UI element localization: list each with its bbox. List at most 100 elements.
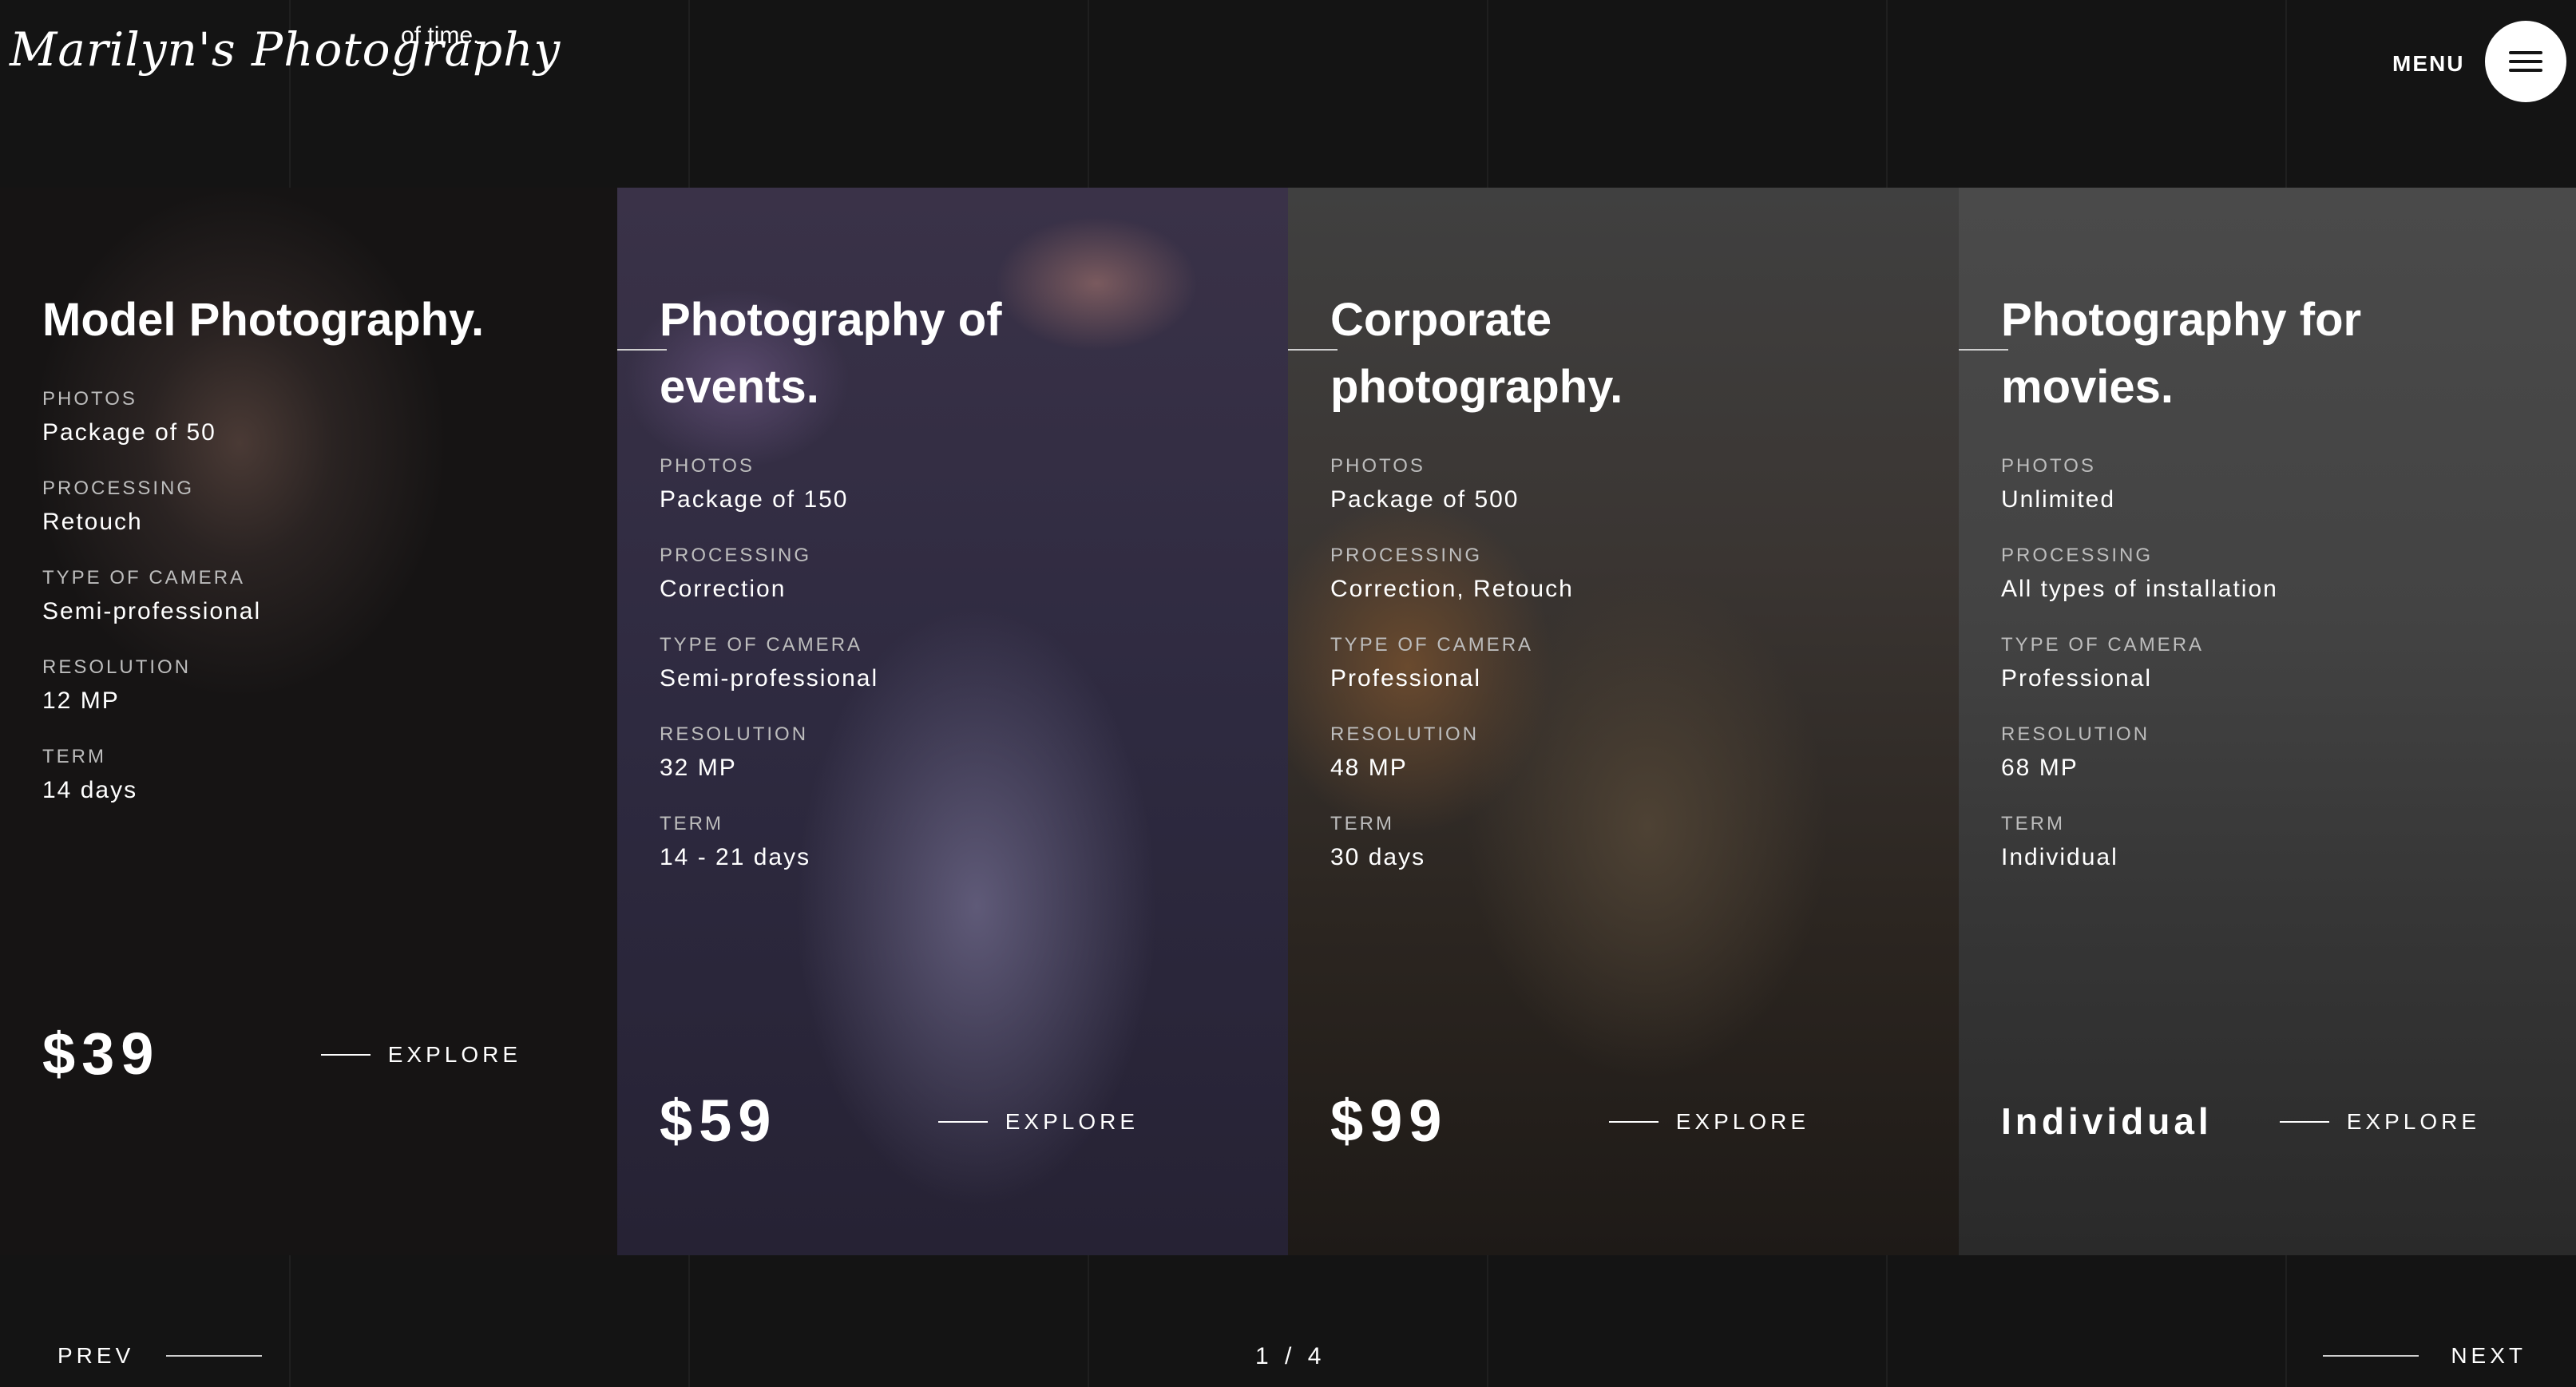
spec-label: PHOTOS (1330, 455, 1425, 477)
card-title: Model Photography. (42, 294, 485, 346)
spec-value: Correction (660, 576, 787, 602)
spec-label: PROCESSING (660, 545, 812, 566)
spec-value: Professional (2001, 665, 2153, 692)
spec-resolution: RESOLUTION 12 MP (42, 654, 601, 721)
menu-button[interactable] (2485, 21, 2566, 102)
spec-value: Package of 50 (42, 419, 216, 446)
price: $99 (1330, 1088, 1449, 1154)
spec-camera: TYPE OF CAMERA Professional (2001, 632, 2560, 699)
spec-label: TYPE OF CAMERA (1330, 634, 1534, 656)
spec-label: RESOLUTION (2001, 723, 2150, 745)
slider-pagination: PREV 1 / 4 NEXT (0, 1255, 2576, 1387)
spec-processing: PROCESSING All types of installation (2001, 542, 2560, 609)
spec-label: RESOLUTION (42, 656, 192, 678)
spec-resolution: RESOLUTION 48 MP (1330, 721, 1889, 788)
explore-line-icon (937, 1121, 988, 1123)
card-content: Photography of events. PHOTOS Package of… (660, 287, 1219, 900)
spec-value: 48 MP (1330, 755, 1408, 781)
page-indicator: 1 / 4 (1255, 1343, 1326, 1369)
spec-label: TERM (2001, 813, 2065, 834)
site-logo[interactable]: Marilyn's Photography of time. (10, 22, 560, 102)
spec-label: RESOLUTION (1330, 723, 1480, 745)
spec-camera: TYPE OF CAMERA Semi-professional (660, 632, 1219, 699)
explore-label: EXPLORE (1675, 1109, 1809, 1134)
spec-label: RESOLUTION (660, 723, 809, 745)
spec-value: 30 days (1330, 844, 1426, 870)
card-footer: Individual EXPLORE (2001, 1085, 2480, 1157)
spec-value: Package of 150 (660, 486, 849, 513)
pricing-card-movies: Photography for movies. PHOTOS Unlimited… (1959, 188, 2576, 1255)
spec-value: 32 MP (660, 755, 737, 781)
pricing-cards: Model Photography. PHOTOS Package of 50 … (0, 188, 2576, 1255)
spec-value: Retouch (42, 509, 143, 535)
explore-label: EXPLORE (1005, 1109, 1139, 1134)
logo-tagline: of time. (401, 22, 480, 49)
spec-value: All types of installation (2001, 576, 2278, 602)
spec-label: PROCESSING (42, 478, 195, 499)
spec-photos: PHOTOS Package of 150 (660, 453, 1219, 520)
explore-label: EXPLORE (387, 1042, 521, 1067)
spec-value: Package of 500 (1330, 486, 1520, 513)
price: Individual (2001, 1100, 2213, 1142)
spec-label: PHOTOS (660, 455, 755, 477)
spec-term: TERM Individual (2001, 810, 2560, 878)
spec-camera: TYPE OF CAMERA Semi-professional (42, 565, 601, 632)
next-label: NEXT (2451, 1343, 2526, 1368)
explore-line-icon (1608, 1121, 1659, 1123)
spec-value: Semi-professional (660, 665, 879, 692)
spec-value: Unlimited (2001, 486, 2116, 513)
spec-label: PROCESSING (1330, 545, 1483, 566)
explore-line-icon (320, 1054, 371, 1056)
spec-processing: PROCESSING Correction (660, 542, 1219, 609)
prev-button[interactable]: PREV (57, 1343, 263, 1369)
prev-line-icon (166, 1355, 263, 1357)
card-title: Photography of events. (660, 294, 1002, 413)
spec-label: PROCESSING (2001, 545, 2154, 566)
explore-link[interactable]: EXPLORE (2279, 1108, 2480, 1136)
pricing-card-corporate: Corporate photography. PHOTOS Package of… (1288, 188, 1959, 1255)
spec-term: TERM 30 days (1330, 810, 1889, 878)
card-footer: $59 EXPLORE (660, 1085, 1139, 1157)
explore-link[interactable]: EXPLORE (937, 1108, 1139, 1136)
spec-label: TYPE OF CAMERA (2001, 634, 2205, 656)
site-header: Marilyn's Photography of time. MENU (0, 0, 2576, 188)
spec-label: TYPE OF CAMERA (42, 567, 246, 588)
explore-line-icon (2279, 1121, 2329, 1123)
card-content: Corporate photography. PHOTOS Package of… (1330, 287, 1889, 900)
spec-label: PHOTOS (42, 388, 137, 410)
card-footer: $99 EXPLORE (1330, 1085, 1809, 1157)
spec-term: TERM 14 days (42, 743, 601, 810)
next-button[interactable]: NEXT (2323, 1343, 2526, 1369)
spec-term: TERM 14 - 21 days (660, 810, 1219, 878)
spec-value: 12 MP (42, 688, 120, 714)
spec-value: 14 - 21 days (660, 844, 811, 870)
prev-label: PREV (57, 1343, 135, 1368)
spec-value: Correction, Retouch (1330, 576, 1574, 602)
spec-value: Semi-professional (42, 598, 262, 624)
explore-link[interactable]: EXPLORE (320, 1040, 521, 1069)
spec-value: 14 days (42, 777, 138, 803)
spec-photos: PHOTOS Package of 500 (1330, 453, 1889, 520)
price: $39 (42, 1020, 161, 1087)
spec-label: TERM (660, 813, 723, 834)
pricing-card-model: Model Photography. PHOTOS Package of 50 … (0, 188, 617, 1255)
spec-processing: PROCESSING Retouch (42, 475, 601, 542)
card-title: Photography for movies. (2001, 294, 2362, 413)
spec-label: TERM (42, 746, 106, 767)
spec-value: 68 MP (2001, 755, 2079, 781)
card-content: Photography for movies. PHOTOS Unlimited… (2001, 287, 2560, 900)
explore-link[interactable]: EXPLORE (1608, 1108, 1809, 1136)
spec-photos: PHOTOS Unlimited (2001, 453, 2560, 520)
spec-resolution: RESOLUTION 32 MP (660, 721, 1219, 788)
spec-photos: PHOTOS Package of 50 (42, 386, 601, 453)
spec-camera: TYPE OF CAMERA Professional (1330, 632, 1889, 699)
explore-label: EXPLORE (2346, 1109, 2480, 1134)
spec-label: PHOTOS (2001, 455, 2096, 477)
next-line-icon (2323, 1355, 2419, 1357)
spec-label: TYPE OF CAMERA (660, 634, 863, 656)
spec-processing: PROCESSING Correction, Retouch (1330, 542, 1889, 609)
card-footer: $39 EXPLORE (42, 1018, 521, 1090)
menu-label[interactable]: MENU (2392, 51, 2464, 77)
spec-value: Individual (2001, 844, 2118, 870)
price: $59 (660, 1088, 778, 1154)
